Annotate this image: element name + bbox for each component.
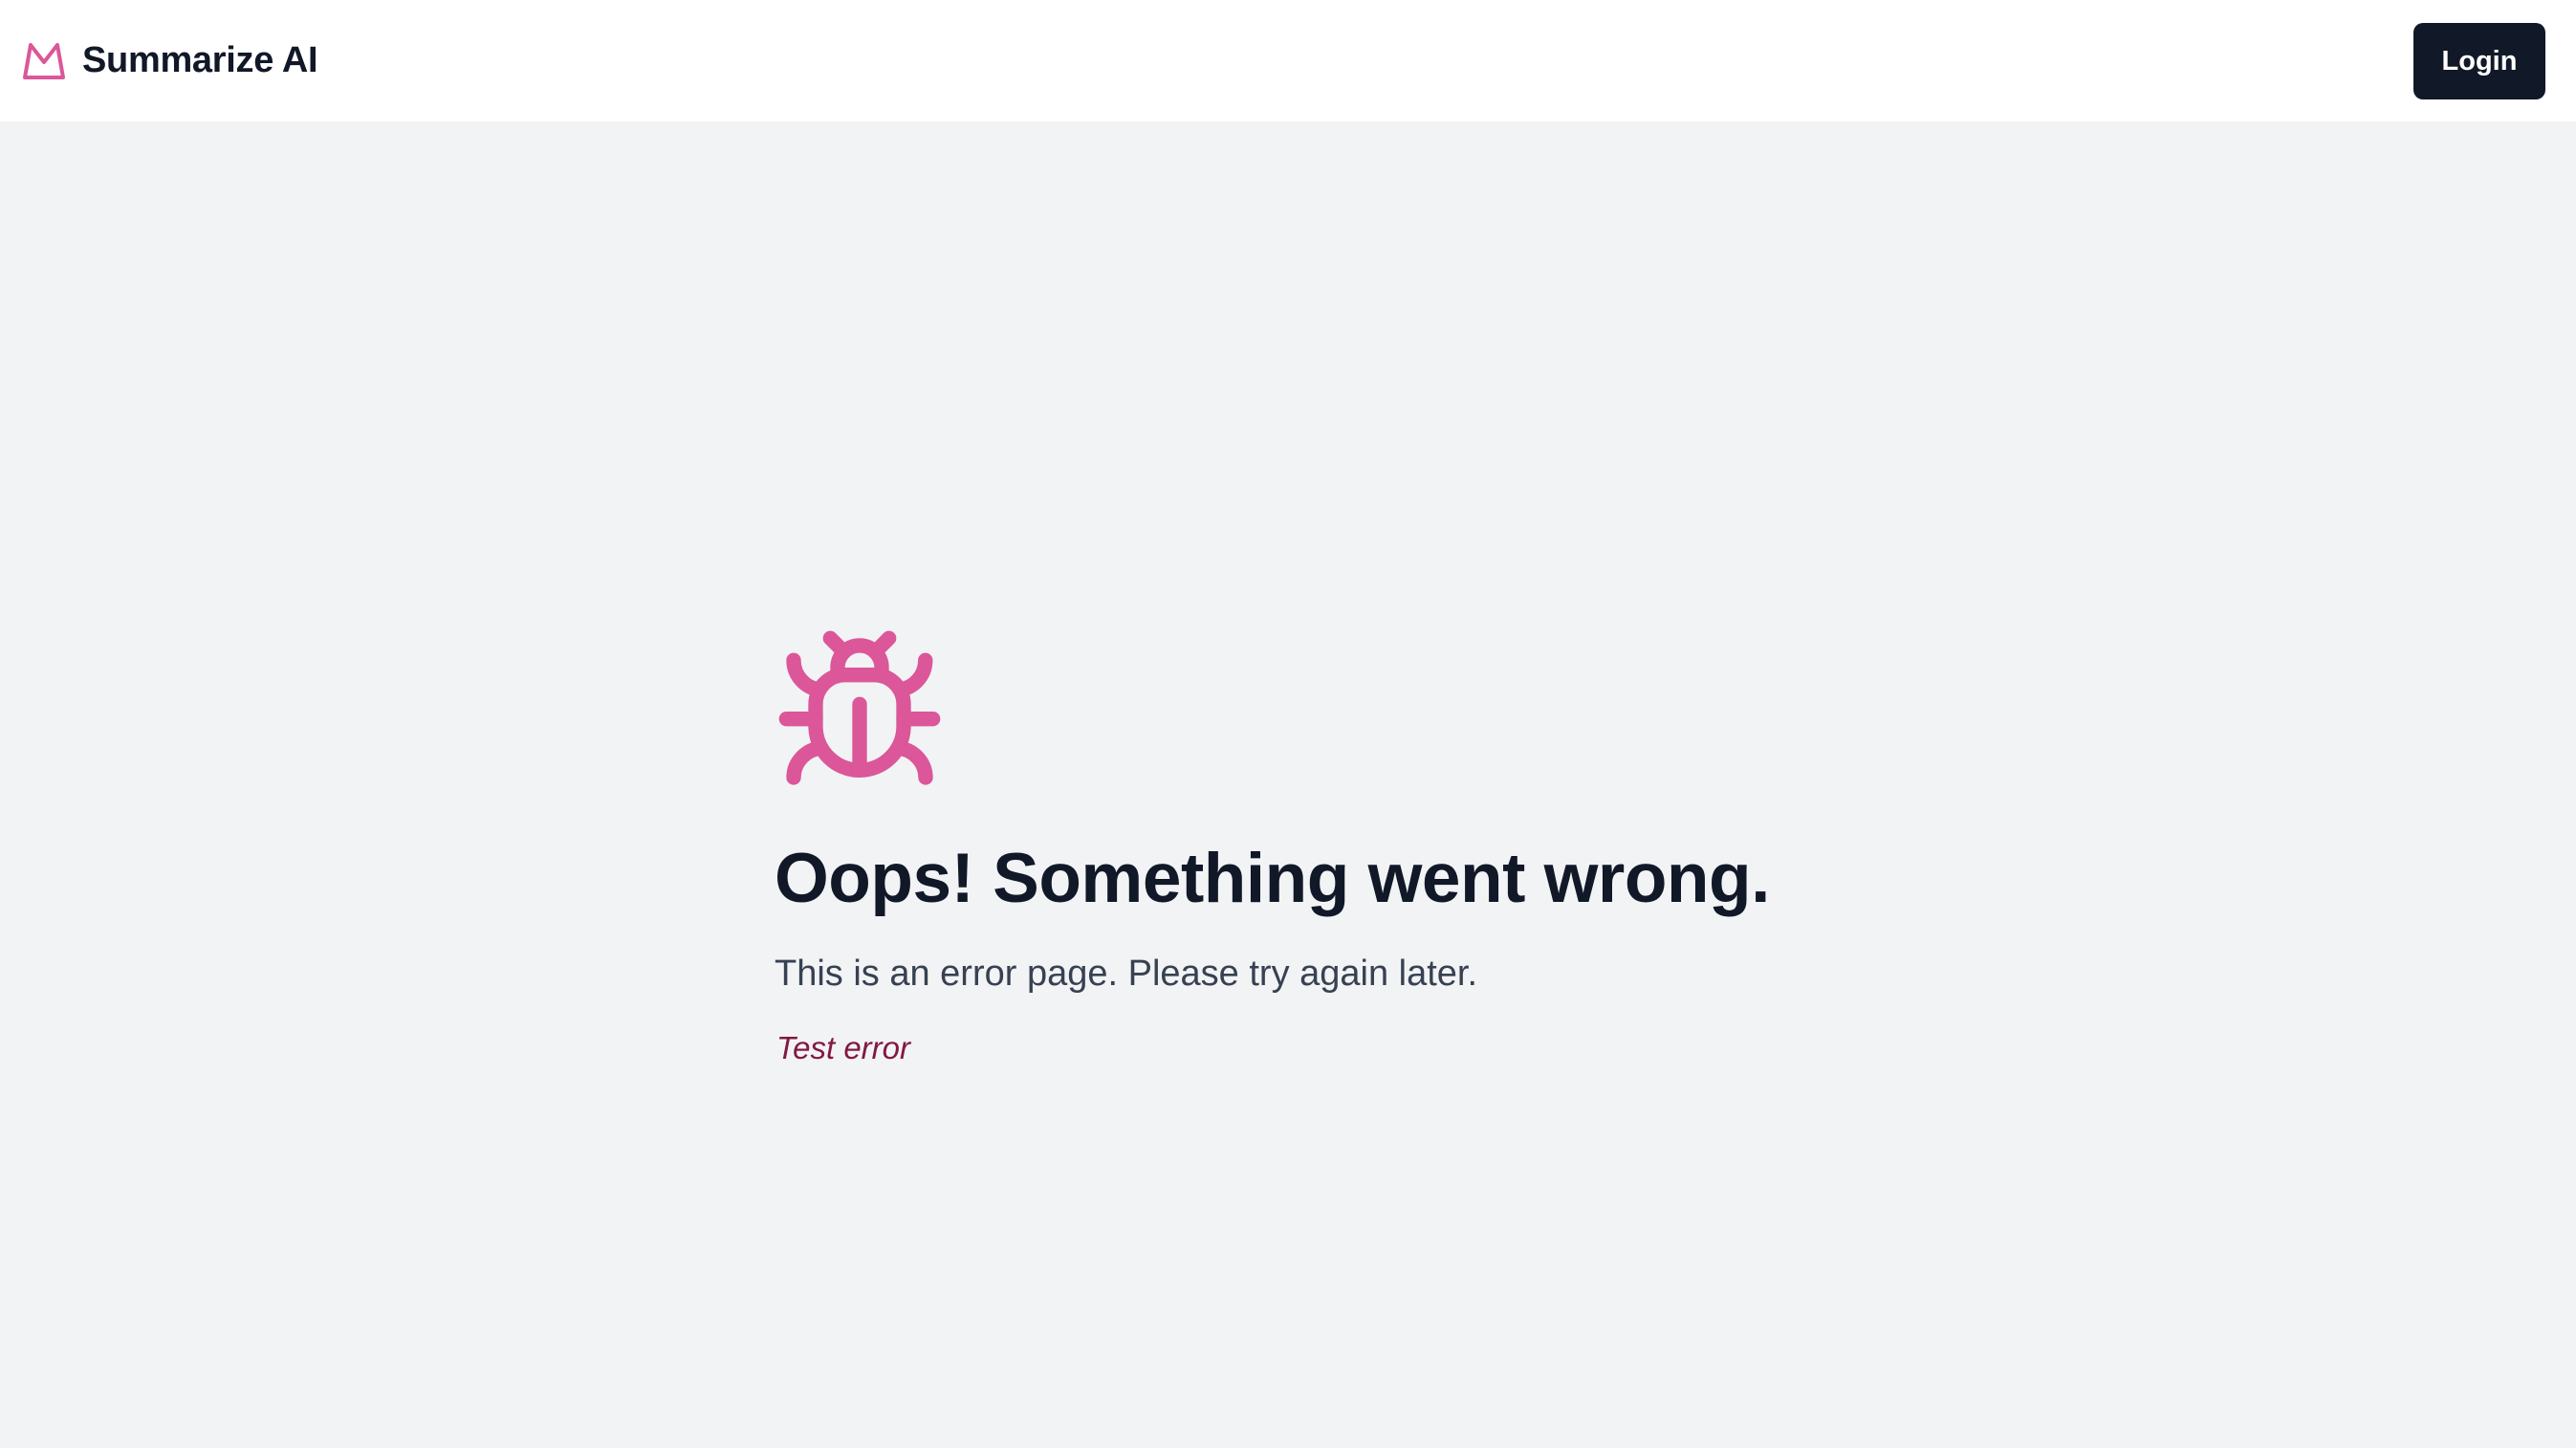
brand[interactable]: Summarize AI [21,36,318,84]
brand-name: Summarize AI [82,40,318,80]
error-panel: Oops! Something went wrong. This is an e… [775,624,2018,1069]
error-message: This is an error page. Please try again … [775,954,1478,994]
top-navbar: Summarize AI Login [0,0,2576,121]
crown-icon [23,43,65,79]
error-title: Oops! Something went wrong. [775,840,1770,917]
main-content: Oops! Something went wrong. This is an e… [0,121,2576,1448]
bug-icon [778,630,941,785]
login-button[interactable]: Login [2413,23,2545,99]
error-detail: Test error [776,1030,910,1065]
